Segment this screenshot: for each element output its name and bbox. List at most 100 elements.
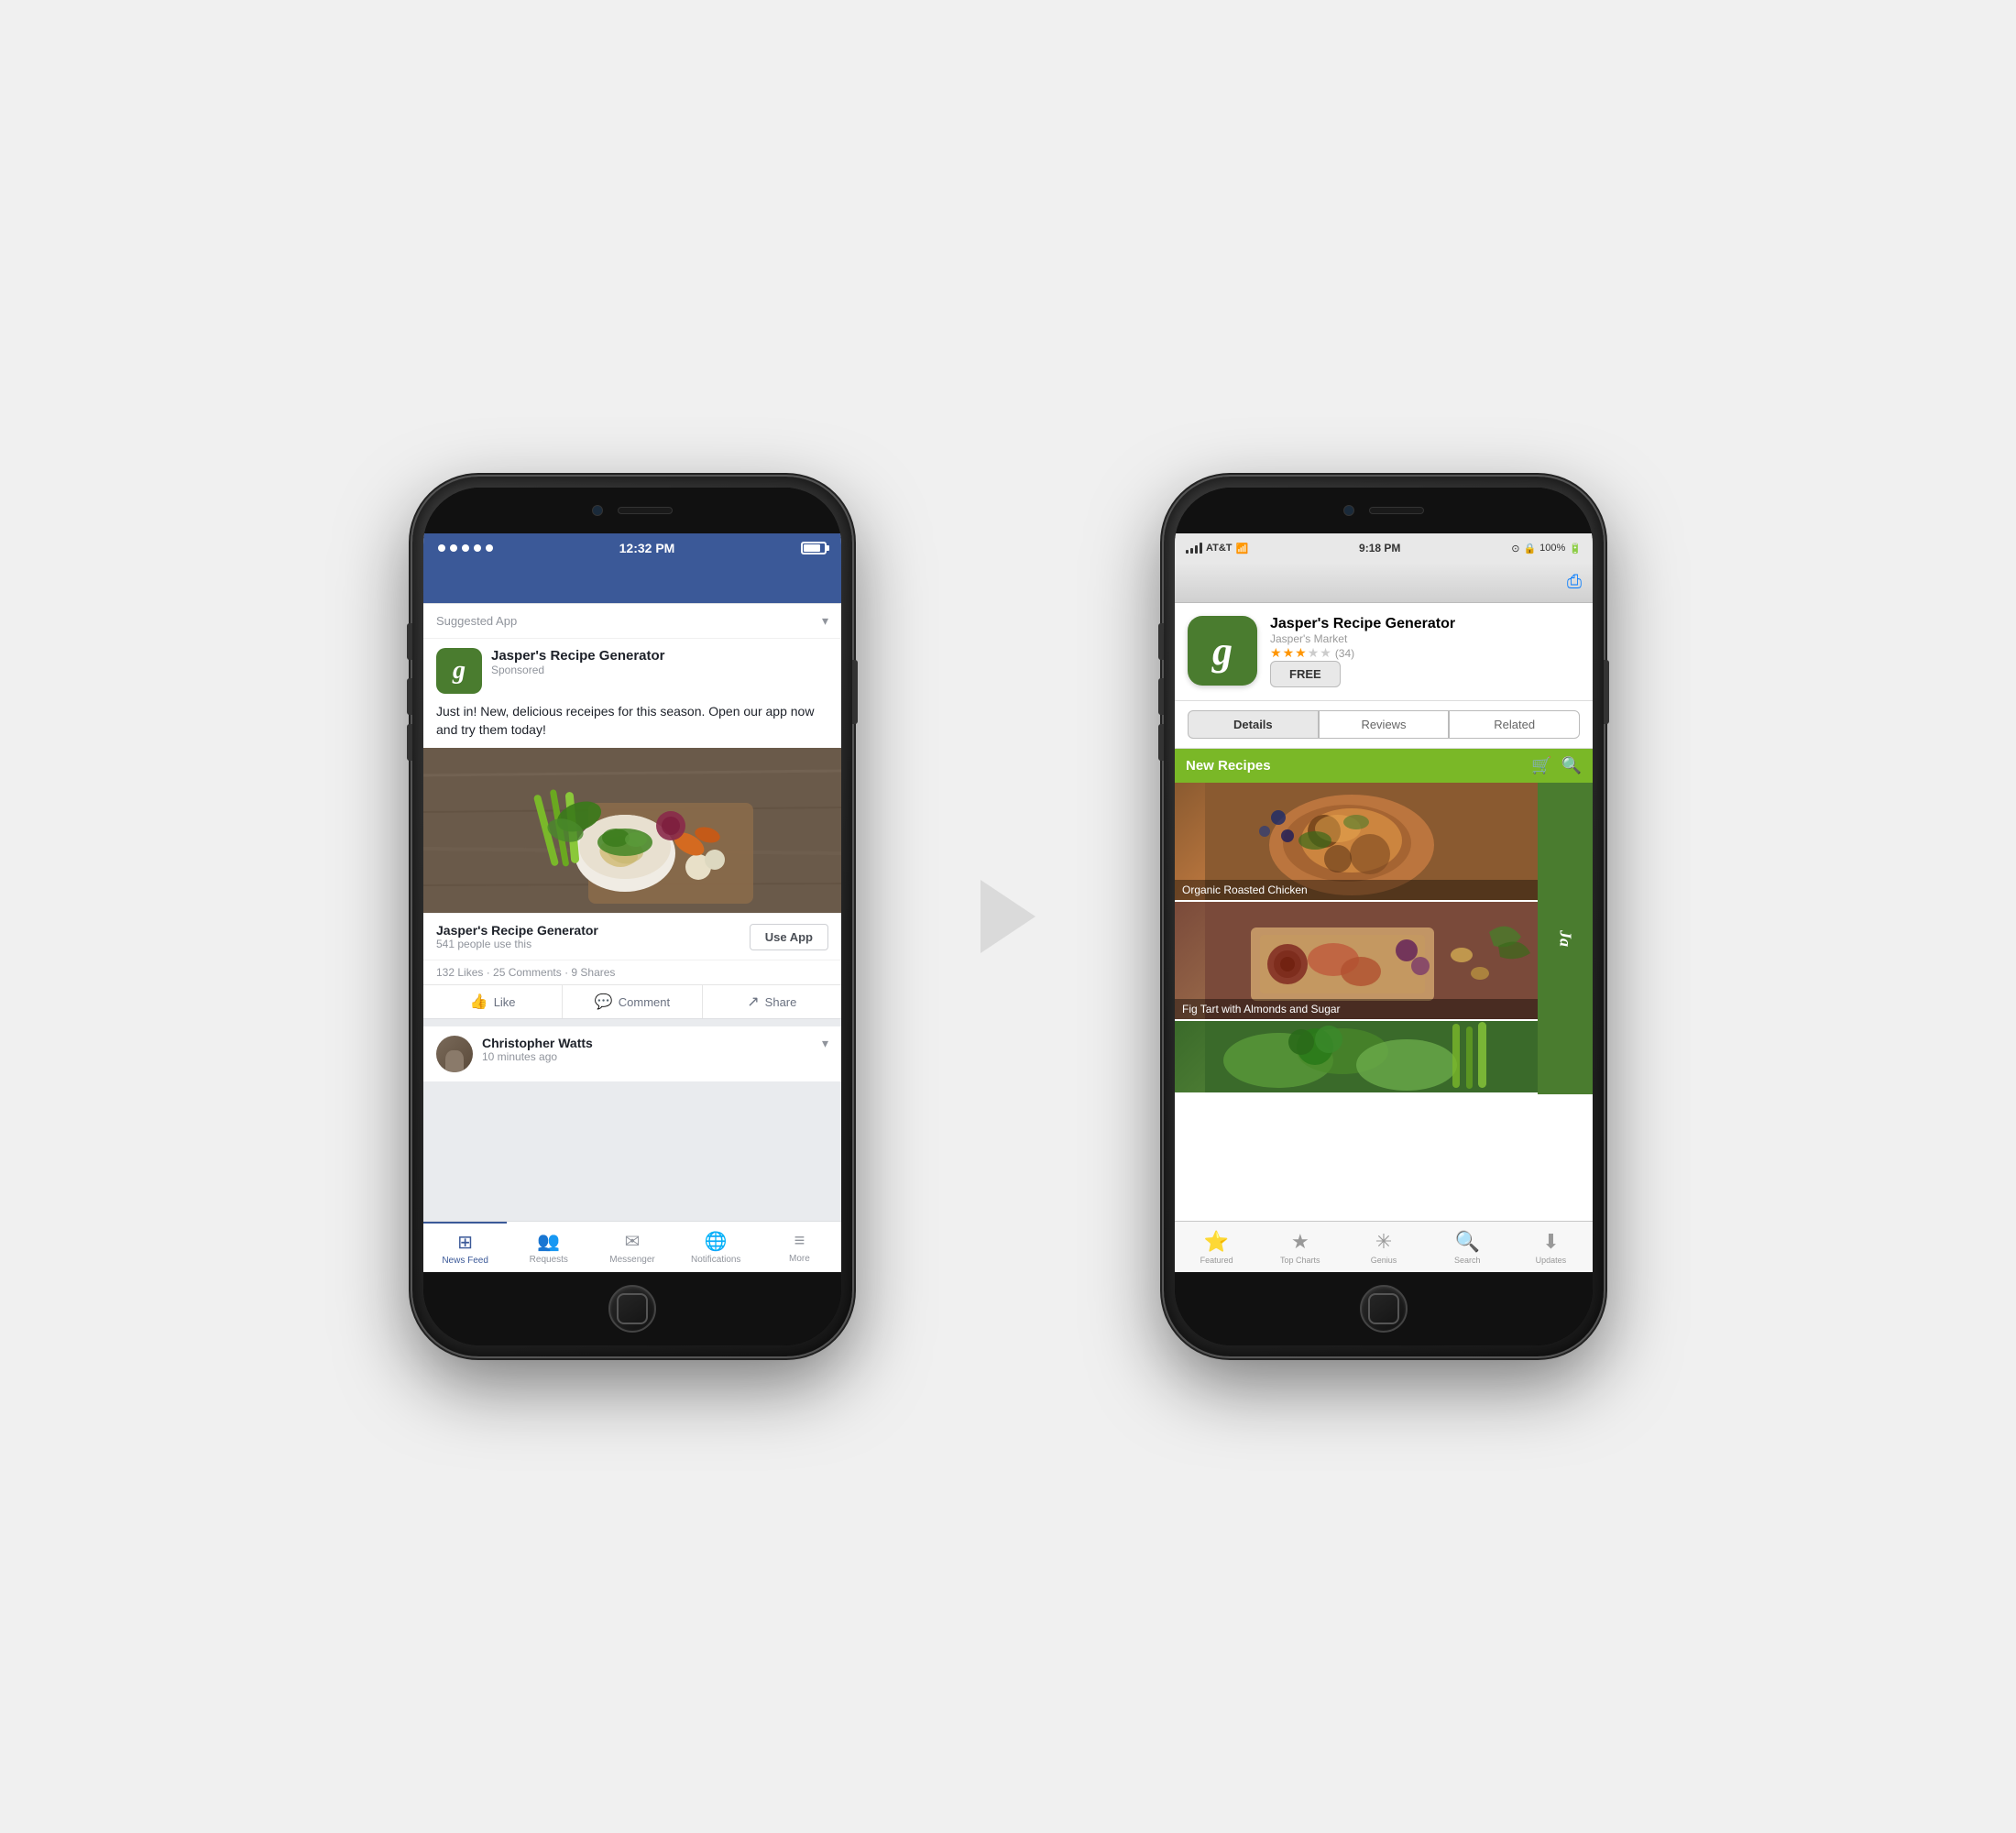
- tab-search[interactable]: 🔍 Search: [1426, 1222, 1509, 1272]
- like-action[interactable]: 👍 Like: [423, 985, 563, 1018]
- phone2-home-button[interactable]: [1360, 1285, 1408, 1333]
- tab-updates[interactable]: ⬇ Updates: [1509, 1222, 1593, 1272]
- green-strip-text: Ja: [1556, 930, 1575, 947]
- lock-icon: 🔒: [1523, 543, 1536, 554]
- star-rating: ★ ★ ★ ★ ★: [1270, 645, 1331, 661]
- share-button[interactable]: ⎙: [1567, 572, 1582, 593]
- signal-bar-2: [1190, 548, 1193, 554]
- genius-label: Genius: [1371, 1256, 1397, 1265]
- comment-label: Comment: [619, 995, 670, 1009]
- signal-dot-1: [438, 544, 445, 552]
- recipe-item-2[interactable]: Fig Tart with Almonds and Sugar: [1175, 902, 1593, 1021]
- use-app-count: 541 people use this: [436, 938, 750, 950]
- wifi-icon: 📶: [1236, 543, 1249, 554]
- requests-label: Requests: [530, 1255, 568, 1265]
- requests-icon: 👥: [537, 1230, 560, 1253]
- more-label: More: [789, 1254, 810, 1264]
- recipes-area: New Recipes 🛒 🔍: [1175, 749, 1593, 1221]
- likes-row: 132 Likes · 25 Comments · 9 Shares: [423, 960, 841, 984]
- as-status-right: ⊙ 🔒 100% 🔋: [1511, 543, 1582, 554]
- fb-status-bar: 12:32 PM: [423, 533, 841, 563]
- post-chevron-icon: ▾: [822, 1036, 828, 1051]
- app-details: Jasper's Recipe Generator Sponsored: [491, 648, 828, 676]
- messenger-label: Messenger: [609, 1255, 654, 1265]
- tab-top-charts[interactable]: ★ Top Charts: [1258, 1222, 1342, 1272]
- signal-dot-4: [474, 544, 481, 552]
- messenger-icon: ✉: [625, 1230, 641, 1253]
- home-button[interactable]: [608, 1285, 656, 1333]
- as-content: g Jasper's Recipe Generator Jasper's Mar…: [1175, 603, 1593, 1221]
- use-app-button[interactable]: Use App: [750, 924, 828, 950]
- tab-featured[interactable]: ⭐ Featured: [1175, 1222, 1258, 1272]
- like-icon: 👍: [470, 993, 488, 1011]
- app-sponsored: Sponsored: [491, 664, 828, 676]
- search-recipe-icon[interactable]: 🔍: [1561, 756, 1582, 775]
- ad-text: Just in! New, delicious receipes for thi…: [423, 703, 841, 748]
- phone2-home-button-inner: [1368, 1293, 1399, 1324]
- avatar-figure: [445, 1050, 464, 1072]
- as-segmented-control: Details Reviews Related: [1175, 701, 1593, 749]
- forward-arrow-icon: [981, 880, 1035, 953]
- tab-news-feed[interactable]: ⊞ News Feed: [423, 1222, 507, 1272]
- top-charts-icon: ★: [1291, 1230, 1309, 1254]
- tab-notifications[interactable]: 🌐 Notifications: [674, 1222, 758, 1272]
- cart-icon[interactable]: 🛒: [1531, 756, 1551, 775]
- phone2-front-camera: [1343, 505, 1354, 516]
- free-button[interactable]: FREE: [1270, 661, 1341, 687]
- star-3: ★: [1295, 645, 1307, 661]
- recipes-title: New Recipes: [1186, 758, 1271, 774]
- tab-related[interactable]: Related: [1449, 710, 1580, 739]
- post-time: 10 minutes ago: [482, 1050, 813, 1063]
- fb-navbar: [423, 563, 841, 603]
- news-feed-icon: ⊞: [457, 1231, 473, 1254]
- like-label: Like: [494, 995, 516, 1009]
- rating-count: (34): [1335, 647, 1354, 660]
- as-navbar: ⎙: [1175, 563, 1593, 603]
- facebook-screen: 12:32 PM Suggested App ▾ g: [423, 533, 841, 1272]
- top-charts-label: Top Charts: [1280, 1256, 1320, 1265]
- tab-more[interactable]: ≡ More: [758, 1222, 841, 1272]
- signal-bar-3: [1195, 545, 1198, 554]
- signal-dots: [438, 544, 493, 552]
- actions-row: 👍 Like 💬 Comment ↗ Share: [423, 984, 841, 1018]
- recipe-3-svg: [1175, 1021, 1593, 1092]
- recipe-item-1[interactable]: Organic Roasted Chicken: [1175, 783, 1593, 902]
- phone-appstore: AT&T 📶 9:18 PM ⊙ 🔒 100% 🔋 ⎙: [1164, 477, 1604, 1356]
- star-5: ★: [1320, 645, 1331, 661]
- recipe-item-3[interactable]: [1175, 1021, 1593, 1094]
- more-icon: ≡: [794, 1231, 805, 1252]
- tab-genius[interactable]: ✳ Genius: [1342, 1222, 1425, 1272]
- as-tab-bar: ⭐ Featured ★ Top Charts ✳ Genius 🔍 Searc…: [1175, 1221, 1593, 1272]
- phone2-bottom: [1175, 1272, 1593, 1345]
- tab-messenger[interactable]: ✉ Messenger: [590, 1222, 674, 1272]
- comment-action[interactable]: 💬 Comment: [563, 985, 702, 1018]
- post-preview: Christopher Watts 10 minutes ago ▾: [423, 1026, 841, 1081]
- recipes-header: New Recipes 🛒 🔍: [1175, 749, 1593, 783]
- home-button-inner: [617, 1293, 648, 1324]
- tab-reviews[interactable]: Reviews: [1319, 710, 1450, 739]
- share-action[interactable]: ↗ Share: [703, 985, 841, 1018]
- fb-content: Suggested App ▾ g Jasper's Recipe Genera…: [423, 603, 841, 1221]
- comment-icon: 💬: [595, 993, 613, 1011]
- chevron-down-icon[interactable]: ▾: [822, 613, 828, 629]
- recipe-bg-1: Organic Roasted Chicken: [1175, 783, 1593, 900]
- food-image: [423, 748, 841, 913]
- as-app-developer: Jasper's Market: [1270, 632, 1580, 645]
- app-info-row: g Jasper's Recipe Generator Sponsored: [423, 639, 841, 703]
- star-2: ★: [1283, 645, 1295, 661]
- updates-label: Updates: [1536, 1256, 1567, 1265]
- recipe-bg-3: [1175, 1021, 1593, 1092]
- suggested-app-card: Suggested App ▾ g Jasper's Recipe Genera…: [423, 603, 841, 1019]
- recipe-label-1: Organic Roasted Chicken: [1175, 880, 1593, 900]
- tab-requests[interactable]: 👥 Requests: [507, 1222, 590, 1272]
- card-header: Suggested App ▾: [423, 604, 841, 639]
- star-1: ★: [1270, 645, 1282, 661]
- notifications-label: Notifications: [691, 1255, 740, 1265]
- suggested-label: Suggested App: [436, 614, 517, 628]
- use-app-info: Jasper's Recipe Generator 541 people use…: [436, 923, 750, 950]
- share-icon: ↗: [747, 993, 759, 1011]
- search-label: Search: [1454, 1256, 1481, 1265]
- battery-fill: [804, 544, 820, 552]
- tab-details[interactable]: Details: [1188, 710, 1319, 739]
- battery-icon: 🔋: [1569, 543, 1582, 554]
